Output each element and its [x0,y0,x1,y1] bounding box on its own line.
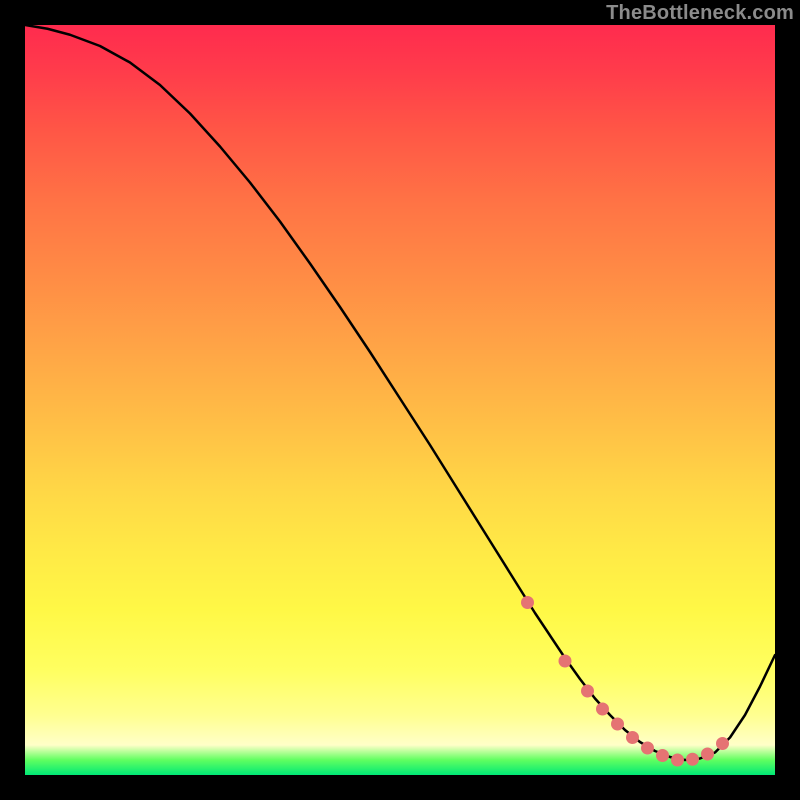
valley-dot [559,655,571,667]
valley-dot [522,597,534,609]
valley-dot [702,748,714,760]
chart-container: TheBottleneck.com [0,0,800,800]
valley-dot [597,703,609,715]
plot-area [25,25,775,775]
valley-dot [672,754,684,766]
watermark-text: TheBottleneck.com [606,2,794,25]
valley-dot [717,738,729,750]
valley-dot [582,685,594,697]
valley-dot [642,742,654,754]
valley-dot [612,718,624,730]
valley-dot [627,732,639,744]
valley-dots [25,25,775,775]
valley-dot [687,753,699,765]
valley-dot [657,750,669,762]
